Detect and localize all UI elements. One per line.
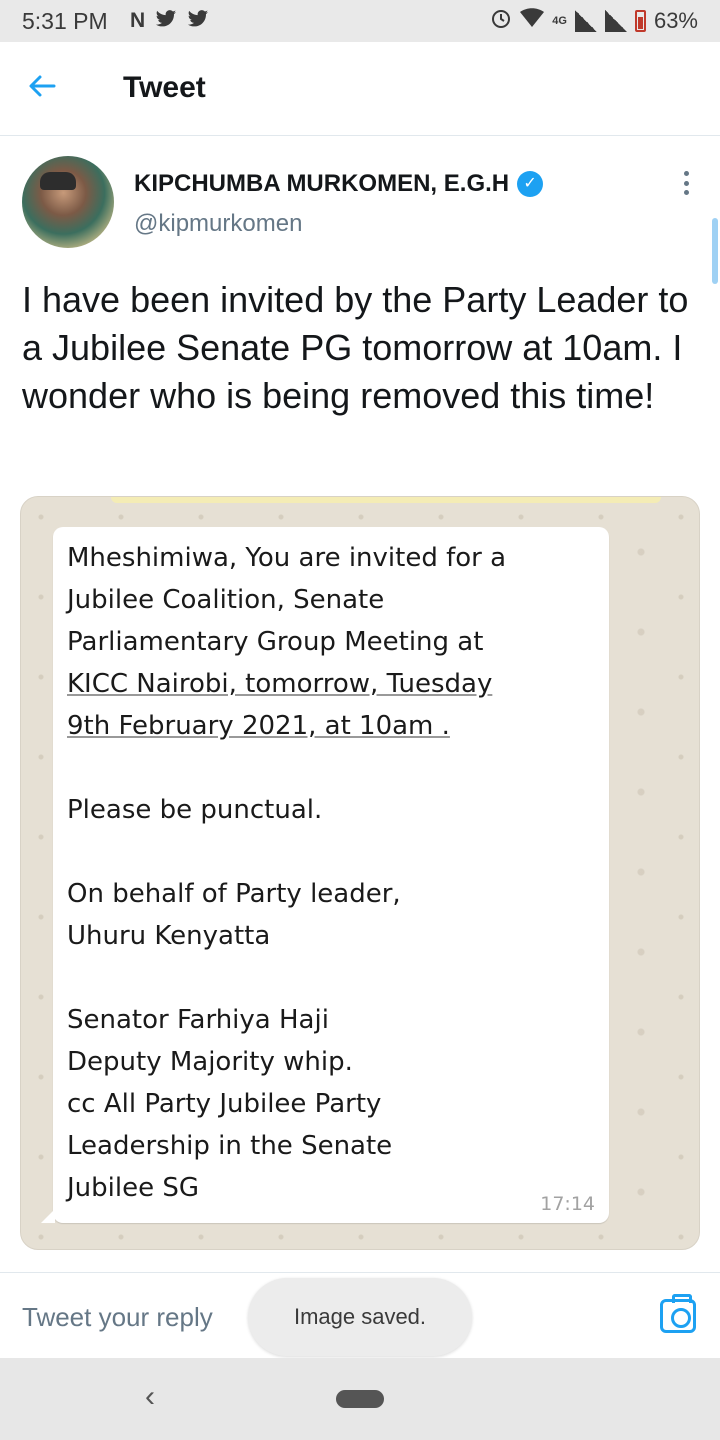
app-header: Tweet [0, 42, 720, 136]
page-title: Tweet [123, 71, 206, 104]
message-time: 17:14 [540, 1193, 595, 1215]
message-line: Please be punctual. [67, 795, 323, 825]
status-bar: 5:31 PM N 4G 63% [0, 0, 720, 42]
message-line: Senator Farhiya Haji [67, 1005, 329, 1035]
nav-home-button[interactable] [336, 1390, 384, 1408]
verified-badge-icon: ✓ [517, 171, 544, 197]
back-button[interactable] [26, 70, 66, 110]
message-line: 9th February 2021, at 10am . [67, 711, 450, 741]
tweet-text: I have been invited by the Party Leader … [22, 279, 689, 416]
message-gap [67, 957, 595, 999]
dot-icon [683, 190, 689, 195]
alarm-icon [490, 7, 512, 35]
system-icons: 4G 63% [490, 7, 698, 35]
signal-icon [574, 10, 597, 32]
message-gap [67, 747, 595, 789]
message-line: cc All Party Jubilee Party [67, 1089, 382, 1119]
message-line: Mheshimiwa, You are invited for a [67, 543, 507, 573]
media-top-strip [111, 497, 661, 503]
status-time: 5:31 PM [22, 8, 108, 34]
notification-icons: N [130, 9, 209, 35]
message-gap [67, 831, 595, 873]
network-type: 4G [552, 15, 567, 27]
message-line: KICC Nairobi, tomorrow, Tuesday [67, 669, 493, 699]
author-name-text: KIPCHUMBA MURKOMEN, E.G.H [134, 170, 510, 197]
message-line: Leadership in the Senate [67, 1131, 393, 1161]
n-notification-icon: N [130, 9, 146, 32]
reply-input[interactable]: Tweet your reply [22, 1302, 213, 1333]
battery-percent: 63% [653, 8, 698, 33]
signal-icon [604, 10, 627, 32]
author-handle[interactable]: @kipmurkomen [134, 210, 302, 238]
system-nav-bar: ‹ [0, 1358, 720, 1440]
tweet-media-image[interactable]: Mheshimiwa, You are invited for a Jubile… [20, 496, 700, 1250]
message-line: Jubilee SG [67, 1173, 200, 1203]
avatar[interactable] [22, 156, 114, 248]
twitter-bird-icon [187, 9, 209, 35]
message-line: On behalf of Party leader, [67, 879, 401, 909]
wifi-icon [520, 8, 545, 34]
dot-icon [683, 171, 689, 176]
more-options-button[interactable] [676, 168, 696, 198]
arrow-left-icon [29, 75, 56, 97]
dot-icon [683, 180, 689, 186]
author-name[interactable]: KIPCHUMBA MURKOMEN, E.G.H ✓ [134, 170, 544, 198]
message-line: Parliamentary Group Meeting at [67, 627, 484, 657]
battery-icon [634, 10, 646, 32]
nav-back-button[interactable]: ‹ [145, 1380, 155, 1414]
camera-icon[interactable] [660, 1294, 696, 1333]
message-line: Deputy Majority whip. [67, 1047, 353, 1077]
scrollbar[interactable] [712, 218, 718, 284]
message-line: Jubilee Coalition, Senate [67, 585, 385, 615]
message-line: Uhuru Kenyatta [67, 921, 271, 951]
message-bubble: Mheshimiwa, You are invited for a Jubile… [41, 527, 609, 1223]
twitter-bird-icon [155, 9, 177, 35]
toast-message: Image saved. [248, 1278, 472, 1356]
